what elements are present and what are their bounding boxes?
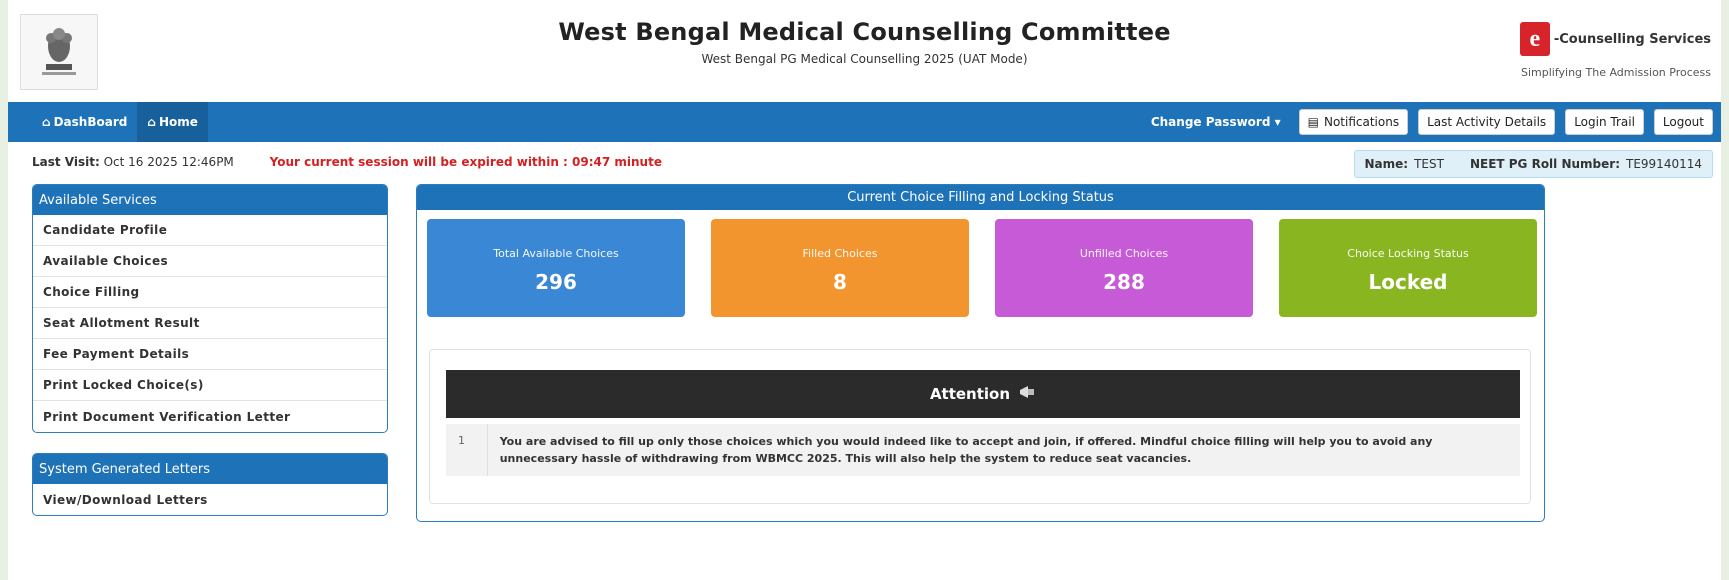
- letters-title: System Generated Letters: [33, 454, 387, 484]
- page-title: West Bengal Medical Counselling Committe…: [558, 18, 1171, 46]
- total-choices-card: Total Available Choices 296: [427, 219, 685, 317]
- name-value: TEST: [1414, 157, 1444, 171]
- page: West Bengal Medical Counselling Committe…: [8, 0, 1721, 580]
- roll-value: TE99140114: [1626, 157, 1702, 171]
- card-value: Locked: [1368, 270, 1448, 294]
- card-label: Unfilled Choices: [1079, 247, 1169, 260]
- view-download-letters-link[interactable]: View/Download Letters: [33, 484, 387, 515]
- service-candidate-profile[interactable]: Candidate Profile: [33, 215, 387, 246]
- nav-dashboard-label: DashBoard: [53, 115, 128, 129]
- name-label: Name:: [1364, 157, 1409, 171]
- nav-home-label: Home: [158, 115, 198, 129]
- card-value: 288: [1103, 270, 1145, 294]
- header: West Bengal Medical Counselling Committe…: [8, 0, 1721, 102]
- card-label: Filled Choices: [802, 247, 878, 260]
- candidate-info-box: Name: TEST NEET PG Roll Number: TE991401…: [1353, 150, 1713, 178]
- title-block: West Bengal Medical Counselling Committe…: [8, 18, 1721, 66]
- service-choice-filling[interactable]: Choice Filling: [33, 277, 387, 308]
- e-counselling-logo: e: [1519, 22, 1550, 56]
- choice-status-title: Current Choice Filling and Locking Statu…: [417, 185, 1544, 210]
- locking-status-card: Choice Locking Status Locked: [1279, 219, 1537, 317]
- unfilled-choices-card: Unfilled Choices 288: [995, 219, 1253, 317]
- card-label: Choice Locking Status: [1347, 247, 1469, 260]
- card-value: 8: [833, 270, 847, 294]
- service-seat-allotment-result[interactable]: Seat Allotment Result: [33, 308, 387, 339]
- change-password-dropdown[interactable]: Change Password ▾: [1151, 115, 1289, 129]
- attention-row: 1 You are advised to fill up only those …: [446, 424, 1520, 476]
- choice-status-panel: Current Choice Filling and Locking Statu…: [416, 184, 1545, 522]
- session-warning: Your current session will be expired wit…: [269, 155, 662, 169]
- brand-name: -Counselling Services: [1553, 31, 1711, 47]
- brand-tagline: Simplifying The Admission Process: [1520, 66, 1711, 79]
- megaphone-icon: [1018, 384, 1036, 404]
- attention-row-text: You are advised to fill up only those ch…: [499, 435, 1433, 466]
- attention-title: Attention: [929, 385, 1011, 403]
- letters-panel: System Generated Letters View/Download L…: [32, 453, 388, 516]
- notifications-label: Notifications: [1323, 115, 1400, 129]
- home-icon: ⌂: [147, 115, 156, 129]
- filled-choices-card: Filled Choices 8: [711, 219, 969, 317]
- last-visit-value: Oct 16 2025 12:46PM: [103, 155, 234, 169]
- status-cards: Total Available Choices 296 Filled Choic…: [427, 219, 1537, 317]
- last-visit-label: Last Visit:: [32, 155, 100, 169]
- brand-block: e -Counselling Services Simplifying The …: [1519, 22, 1711, 79]
- service-fee-payment-details[interactable]: Fee Payment Details: [33, 339, 387, 370]
- attention-box: Attention 1 You are advised to fill up o…: [429, 349, 1531, 504]
- service-print-locked-choices[interactable]: Print Locked Choice(s): [33, 370, 387, 401]
- nav-dashboard[interactable]: ⌂ DashBoard: [32, 102, 137, 142]
- attention-header: Attention: [446, 370, 1520, 418]
- card-label: Total Available Choices: [493, 247, 619, 260]
- login-trail-button[interactable]: Login Trail: [1565, 109, 1644, 135]
- logout-button[interactable]: Logout: [1653, 109, 1713, 135]
- available-services-panel: Available Services Candidate Profile Ava…: [32, 184, 388, 433]
- roll-label: NEET PG Roll Number:: [1469, 157, 1620, 171]
- session-info: Last Visit: Oct 16 2025 12:46PM Your cur…: [32, 155, 662, 169]
- notification-icon: ▤: [1307, 115, 1319, 129]
- nav-home[interactable]: ⌂ Home: [137, 102, 208, 142]
- dashboard-icon: ⌂: [42, 115, 51, 129]
- card-value: 296: [535, 270, 577, 294]
- notifications-button[interactable]: ▤ Notifications: [1298, 109, 1409, 135]
- top-navbar: ⌂ DashBoard ⌂ Home Change Password ▾ ▤ N…: [8, 102, 1721, 142]
- last-activity-button[interactable]: Last Activity Details: [1418, 109, 1556, 135]
- available-services-title: Available Services: [33, 185, 387, 215]
- attention-row-number: 1: [446, 424, 488, 476]
- page-subtitle: West Bengal PG Medical Counselling 2025 …: [701, 52, 1028, 66]
- service-print-dv-letter[interactable]: Print Document Verification Letter: [33, 401, 387, 432]
- service-available-choices[interactable]: Available Choices: [33, 246, 387, 277]
